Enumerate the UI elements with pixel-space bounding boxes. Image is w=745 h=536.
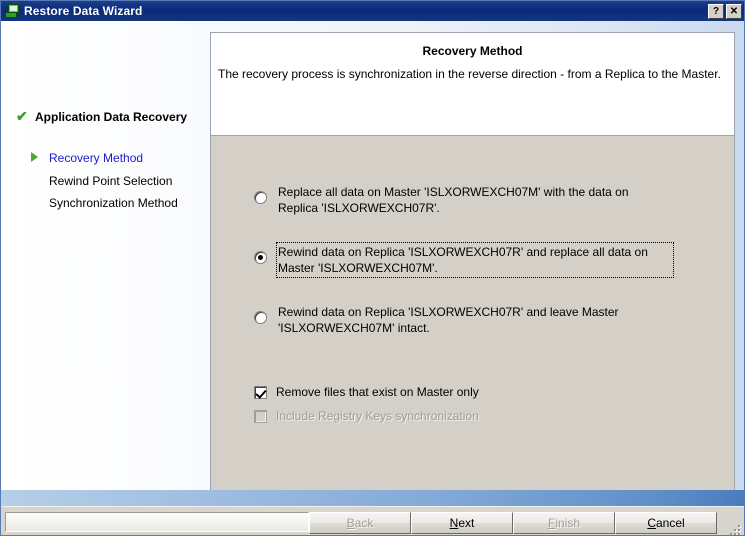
radio-option-label: Rewind data on Replica 'ISLXORWEXCH07R' … [276, 242, 674, 278]
title-bar-buttons: ? ✕ [708, 3, 744, 19]
wizard-steps-sidebar: ✔ Application Data Recovery Recovery Met… [1, 21, 209, 502]
check-icon: ✔ [16, 108, 28, 124]
back-button-accel: B [346, 516, 355, 530]
resize-grip-icon[interactable] [729, 522, 743, 535]
help-button[interactable]: ? [708, 3, 724, 19]
radio-option-rewind-replica-leave-master[interactable]: Rewind data on Replica 'ISLXORWEXCH07R' … [254, 302, 682, 338]
radio-indicator[interactable] [254, 191, 267, 204]
restore-data-wizard-window: Restore Data Wizard ? ✕ ✔ Application Da… [0, 0, 745, 536]
back-button-label: ack [354, 516, 374, 530]
step-marker-none [29, 174, 49, 188]
triangle-right-icon [29, 151, 49, 165]
next-button-label: ext [458, 516, 475, 530]
panel-divider-band [1, 490, 744, 506]
checkbox-label: Remove files that exist on Master only [276, 385, 479, 399]
next-button[interactable]: Next [411, 512, 513, 534]
page-description: The recovery process is synchronization … [218, 67, 721, 81]
finish-button[interactable]: Finish [513, 512, 615, 534]
step-marker-none [29, 196, 49, 210]
computer-monitor-icon [5, 3, 21, 19]
sidebar-item-application-data-recovery[interactable]: ✔ Application Data Recovery [15, 108, 188, 124]
sidebar-item-synchronization-method[interactable]: Synchronization Method [29, 196, 178, 210]
title-bar: Restore Data Wizard ? ✕ [1, 1, 744, 21]
checkbox-indicator[interactable] [254, 385, 267, 399]
window-title: Restore Data Wizard [24, 4, 143, 18]
main-panel: Recovery Method The recovery process is … [210, 32, 735, 502]
sidebar-item-label: Recovery Method [49, 151, 144, 165]
page-title: Recovery Method [422, 44, 523, 58]
checkbox-remove-files-master-only[interactable]: Remove files that exist on Master only [254, 385, 479, 399]
cancel-button-accel: C [647, 516, 656, 530]
radio-option-label: Replace all data on Master 'ISLXORWEXCH0… [278, 185, 629, 215]
panel-header: Recovery Method The recovery process is … [210, 32, 735, 136]
cancel-button[interactable]: Cancel [615, 512, 717, 534]
radio-option-replace-master-from-replica[interactable]: Replace all data on Master 'ISLXORWEXCH0… [254, 182, 674, 218]
footer-bar: Back Next Finish Cancel [1, 506, 744, 535]
checkbox-include-registry-keys: Include Registry Keys synchronization [254, 409, 479, 423]
wizard-body: ✔ Application Data Recovery Recovery Met… [1, 21, 744, 502]
cancel-button-label: ancel [655, 516, 685, 530]
radio-option-label: Rewind data on Replica 'ISLXORWEXCH07R' … [278, 305, 619, 335]
radio-indicator[interactable] [254, 311, 267, 324]
checkbox-indicator [254, 409, 267, 423]
sidebar-item-recovery-method[interactable]: Recovery Method [29, 151, 143, 165]
radio-option-rewind-replica-replace-master[interactable]: Rewind data on Replica 'ISLXORWEXCH07R' … [254, 242, 674, 278]
panel-body: Replace all data on Master 'ISLXORWEXCH0… [210, 136, 735, 502]
status-field [5, 512, 309, 532]
close-button[interactable]: ✕ [726, 3, 742, 19]
radio-indicator[interactable] [254, 251, 267, 264]
sidebar-item-label: Application Data Recovery [35, 110, 188, 124]
sidebar-item-label: Rewind Point Selection [49, 174, 173, 188]
finish-button-label: inish [555, 516, 581, 530]
checkbox-label: Include Registry Keys synchronization [276, 409, 479, 423]
back-button[interactable]: Back [309, 512, 411, 534]
sidebar-item-label: Synchronization Method [49, 196, 178, 210]
sidebar-item-rewind-point-selection[interactable]: Rewind Point Selection [29, 174, 172, 188]
